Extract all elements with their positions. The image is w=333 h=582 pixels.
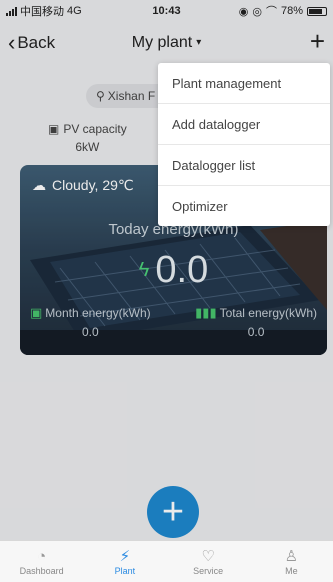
plus-dropdown-menu: Plant management Add datalogger Datalogg… bbox=[158, 63, 330, 226]
tab-plant-label: Plant bbox=[114, 565, 136, 576]
menu-item-plant-management[interactable]: Plant management bbox=[158, 63, 330, 104]
menu-item-datalogger-list[interactable]: Datalogger list bbox=[158, 145, 330, 186]
tab-me[interactable]: ♙ Me bbox=[250, 541, 333, 582]
tab-dashboard-label: Dashboard bbox=[19, 565, 64, 576]
tab-bar: ◔ Dashboard ⚡ Plant ♡ Service ♙ Me bbox=[0, 540, 333, 582]
menu-item-add-datalogger[interactable]: Add datalogger bbox=[158, 104, 330, 145]
menu-item-optimizer[interactable]: Optimizer bbox=[158, 186, 330, 227]
tab-plant[interactable]: ⚡ Plant bbox=[83, 541, 166, 582]
tab-dashboard[interactable]: ◔ Dashboard bbox=[0, 541, 83, 582]
tab-me-label: Me bbox=[285, 565, 298, 576]
plant-icon: ⚡ bbox=[119, 547, 131, 565]
dashboard-icon: ◔ bbox=[37, 547, 47, 565]
service-icon: ♡ bbox=[201, 547, 215, 565]
tab-service-label: Service bbox=[193, 565, 224, 576]
tab-service[interactable]: ♡ Service bbox=[167, 541, 250, 582]
me-icon: ♙ bbox=[284, 547, 299, 565]
